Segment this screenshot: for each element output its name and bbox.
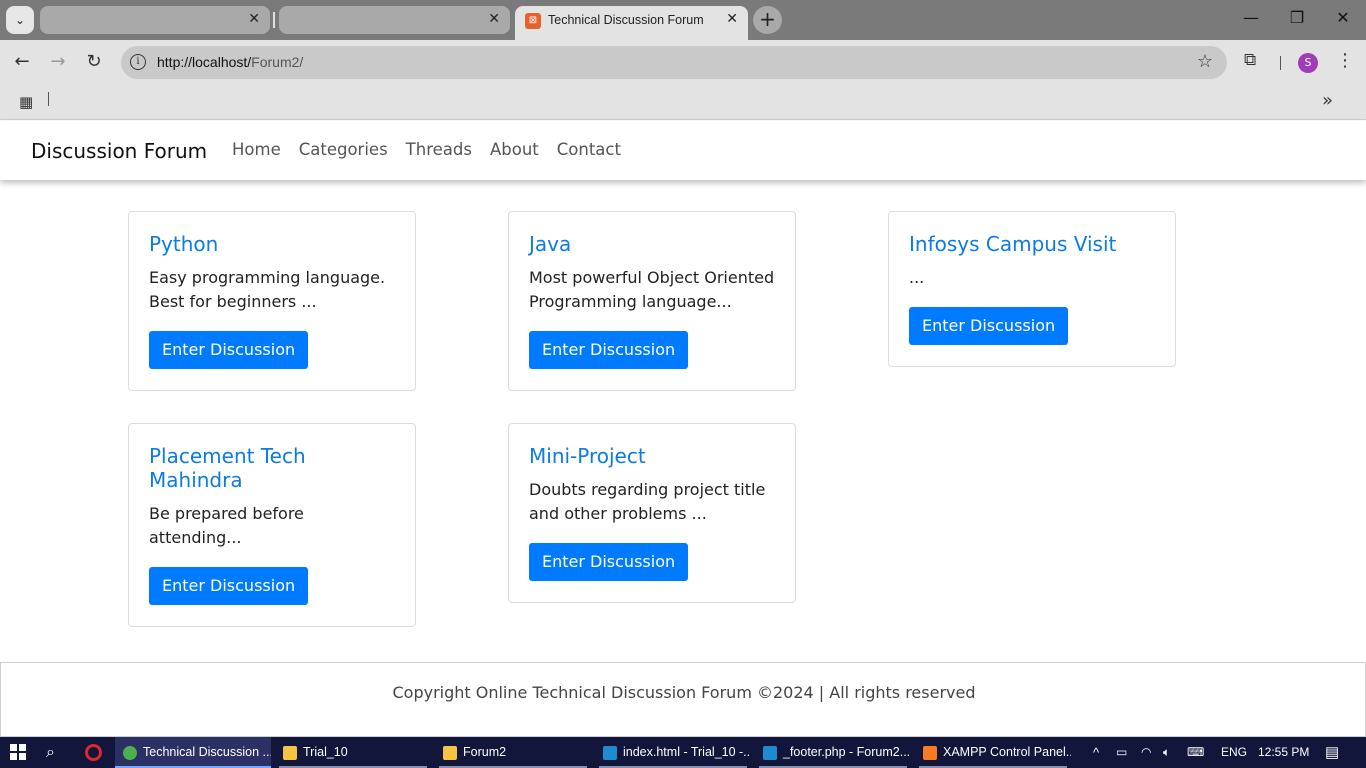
windows-start-icon[interactable] — [10, 744, 26, 760]
copyright-text: Copyright Online Technical Discussion Fo… — [392, 683, 976, 702]
address-bar[interactable]: i http://localhost/Forum2/ ☆ — [121, 46, 1227, 79]
card-title[interactable]: Java — [529, 232, 775, 256]
tab-search-chevron-icon[interactable]: ⌄ — [6, 6, 34, 34]
site-footer: Copyright Online Technical Discussion Fo… — [0, 662, 1366, 737]
enter-discussion-button[interactable]: Enter Discussion — [149, 331, 309, 369]
card-description: Doubts regarding project title and other… — [529, 480, 766, 523]
xampp-icon — [923, 745, 937, 760]
taskbar-item-label: Forum2 — [463, 745, 507, 759]
taskbar-item-chrome[interactable]: Technical Discussion ... — [115, 737, 271, 768]
tab-separator — [273, 12, 275, 28]
taskbar-item-label: _footer.php - Forum2... — [783, 745, 911, 759]
card-description: Most powerful Object Oriented Programmin… — [529, 268, 775, 311]
taskbar-item-label: Trial_10 — [303, 745, 348, 759]
enter-discussion-button[interactable]: Enter Discussion — [909, 307, 1069, 345]
vscode-icon — [603, 745, 617, 760]
taskbar-item-trial10[interactable]: Trial_10 — [275, 737, 431, 768]
battery-icon[interactable]: ▭ — [1116, 737, 1127, 768]
tab-1[interactable]: ✕ — [40, 6, 270, 34]
card-title[interactable]: Infosys Campus Visit — [909, 232, 1155, 256]
bookmark-star-icon[interactable]: ☆ — [1197, 51, 1213, 72]
site-navbar: Discussion Forum Home Categories Threads… — [0, 121, 1366, 180]
volume-icon[interactable]: 🔈︎ — [1163, 737, 1170, 768]
nav-about[interactable]: About — [490, 140, 539, 159]
bookmark-separator — [48, 92, 49, 106]
extensions-puzzle-icon[interactable]: ⧉ — [1244, 50, 1256, 70]
taskbar-item-forum2[interactable]: Forum2 — [435, 737, 591, 768]
wifi-icon[interactable]: ◠ — [1141, 737, 1151, 768]
taskbar-item-label: Technical Discussion ... — [143, 745, 271, 759]
enter-discussion-button[interactable]: Enter Discussion — [149, 567, 309, 605]
taskbar-item-label: XAMPP Control Panel... — [943, 745, 1071, 759]
card-description: Be prepared before attending... — [149, 504, 304, 547]
toolbar-separator — [1280, 56, 1281, 70]
tab-active[interactable]: ⊠ Technical Discussion Forum ✕ — [515, 6, 748, 40]
active-tab-title: Technical Discussion Forum — [548, 13, 704, 27]
tray-chevron-icon[interactable]: ^ — [1093, 737, 1099, 768]
nav-contact[interactable]: Contact — [557, 140, 621, 159]
browser-menu-icon[interactable]: ⋮ — [1336, 50, 1354, 71]
restore-icon[interactable]: ❐ — [1274, 8, 1320, 27]
back-arrow-icon[interactable]: ← — [10, 50, 34, 74]
tab-2[interactable]: ✕ — [279, 6, 510, 34]
taskbar-item-label: index.html - Trial_10 -... — [623, 745, 751, 759]
opera-icon[interactable] — [85, 744, 102, 761]
enter-discussion-button[interactable]: Enter Discussion — [529, 543, 689, 581]
taskbar-item-vscode-index[interactable]: index.html - Trial_10 -... — [595, 737, 751, 768]
folder-icon — [443, 745, 457, 760]
vscode-icon — [763, 745, 777, 760]
more-bookmarks-icon[interactable]: » — [1322, 90, 1333, 111]
card-title[interactable]: Mini-Project — [529, 444, 775, 468]
site-info-icon[interactable]: i — [130, 54, 146, 70]
category-card-infosys: Infosys Campus Visit ... Enter Discussio… — [888, 211, 1176, 367]
reload-icon[interactable]: ↻ — [82, 50, 106, 74]
forward-arrow-icon[interactable]: → — [46, 50, 70, 74]
nav-home[interactable]: Home — [232, 140, 281, 159]
site-brand[interactable]: Discussion Forum — [31, 139, 207, 163]
new-tab-button[interactable]: + — [753, 6, 782, 34]
xampp-favicon-icon: ⊠ — [525, 13, 541, 29]
url-host: http://localhost/ — [157, 54, 252, 70]
window-close-icon[interactable]: ✕ — [1320, 8, 1366, 27]
windows-taskbar: ⌕ Technical Discussion ... Trial_10 Foru… — [0, 737, 1366, 768]
bookmarks-bar: ▦ » — [0, 84, 1366, 120]
taskbar-item-vscode-footer[interactable]: _footer.php - Forum2... — [755, 737, 911, 768]
card-description: ... — [909, 268, 925, 287]
close-tab-icon[interactable]: ✕ — [248, 11, 260, 27]
notifications-icon[interactable]: ▤ — [1325, 737, 1339, 768]
keyboard-icon[interactable]: ⌨ — [1187, 737, 1204, 768]
taskbar-item-xampp[interactable]: XAMPP Control Panel... — [915, 737, 1071, 768]
clock[interactable]: 12:55 PM — [1258, 737, 1309, 768]
taskbar-search-icon[interactable]: ⌕ — [46, 742, 55, 762]
browser-toolbar: ← → ↻ i http://localhost/Forum2/ ☆ ⧉ ⋮ — [0, 40, 1366, 84]
nav-threads[interactable]: Threads — [406, 140, 472, 159]
nav-links: Home Categories Threads About Contact — [232, 140, 621, 159]
language-indicator[interactable]: ENG — [1221, 737, 1247, 768]
minimize-icon[interactable]: — — [1228, 8, 1274, 27]
card-description: Easy programming language. Best for begi… — [149, 268, 386, 311]
url-text[interactable]: http://localhost/Forum2/ — [157, 54, 303, 70]
category-card-python: Python Easy programming language. Best f… — [128, 211, 416, 391]
apps-grid-icon[interactable]: ▦ — [19, 93, 33, 111]
card-title[interactable]: Placement Tech Mahindra — [149, 444, 395, 492]
card-title[interactable]: Python — [149, 232, 395, 256]
folder-icon — [283, 745, 297, 760]
close-tab-icon[interactable]: ✕ — [488, 11, 500, 27]
nav-categories[interactable]: Categories — [299, 140, 388, 159]
tab-strip: ⌄ ✕ ✕ ⊠ Technical Discussion Forum ✕ + —… — [0, 0, 1366, 40]
category-card-mini-project: Mini-Project Doubts regarding project ti… — [508, 423, 796, 603]
url-path: Forum2/ — [251, 54, 304, 70]
category-card-java: Java Most powerful Object Oriented Progr… — [508, 211, 796, 391]
chrome-icon — [123, 745, 137, 760]
profile-avatar[interactable]: S — [1298, 53, 1318, 73]
enter-discussion-button[interactable]: Enter Discussion — [529, 331, 689, 369]
close-tab-icon[interactable]: ✕ — [726, 11, 738, 27]
category-card-placement: Placement Tech Mahindra Be prepared befo… — [128, 423, 416, 627]
